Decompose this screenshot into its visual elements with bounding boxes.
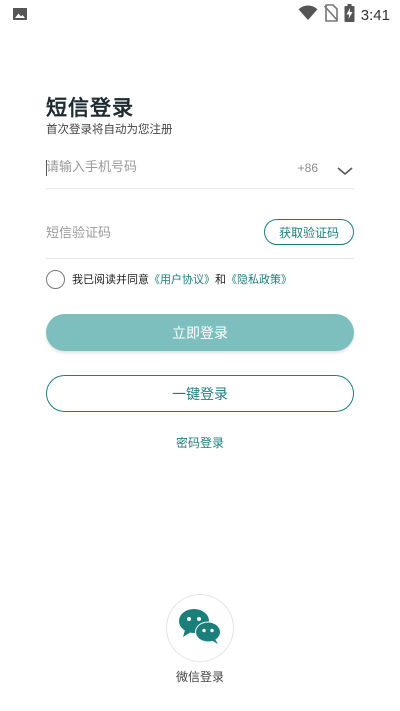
country-code[interactable]: +86 [298,161,318,175]
no-sim-icon [323,4,338,26]
status-icons: 3:41 [298,4,390,26]
wechat-login-button[interactable] [166,594,234,662]
agreement-prefix: 我已阅读并同意 [72,273,149,286]
get-code-button[interactable]: 获取验证码 [264,219,354,245]
agreement-row: 我已阅读并同意 《用户协议》 和 《隐私政策》 [46,268,292,290]
phone-row: +86 [46,152,354,189]
wifi-icon [298,5,318,25]
one-key-login-button[interactable]: 一键登录 [46,375,354,412]
agreement-and: 和 [215,273,226,286]
privacy-policy-link[interactable]: 《隐私政策》 [226,271,292,287]
code-row: 获取验证码 [46,214,354,259]
image-icon [12,6,28,26]
wechat-login-label: 微信登录 [175,670,224,684]
chevron-down-icon[interactable] [336,162,354,181]
phone-input[interactable] [46,160,266,175]
page-subtitle: 首次登录将自动为您注册 [46,122,173,136]
wechat-icon [178,607,222,649]
status-time: 3:41 [360,6,390,24]
page-title: 短信登录 [46,96,134,120]
agreement-checkbox[interactable] [46,269,65,289]
password-login-link[interactable]: 密码登录 [0,434,400,451]
login-button[interactable]: 立即登录 [46,314,354,351]
status-bar: 3:41 [0,0,400,28]
user-agreement-link[interactable]: 《用户协议》 [149,271,215,287]
battery-charging-icon [344,4,355,26]
login-screen: 3:41 短信登录 首次登录将自动为您注册 +86 获取验证码 我已阅读并同意 … [0,0,400,711]
code-input[interactable] [46,226,236,241]
